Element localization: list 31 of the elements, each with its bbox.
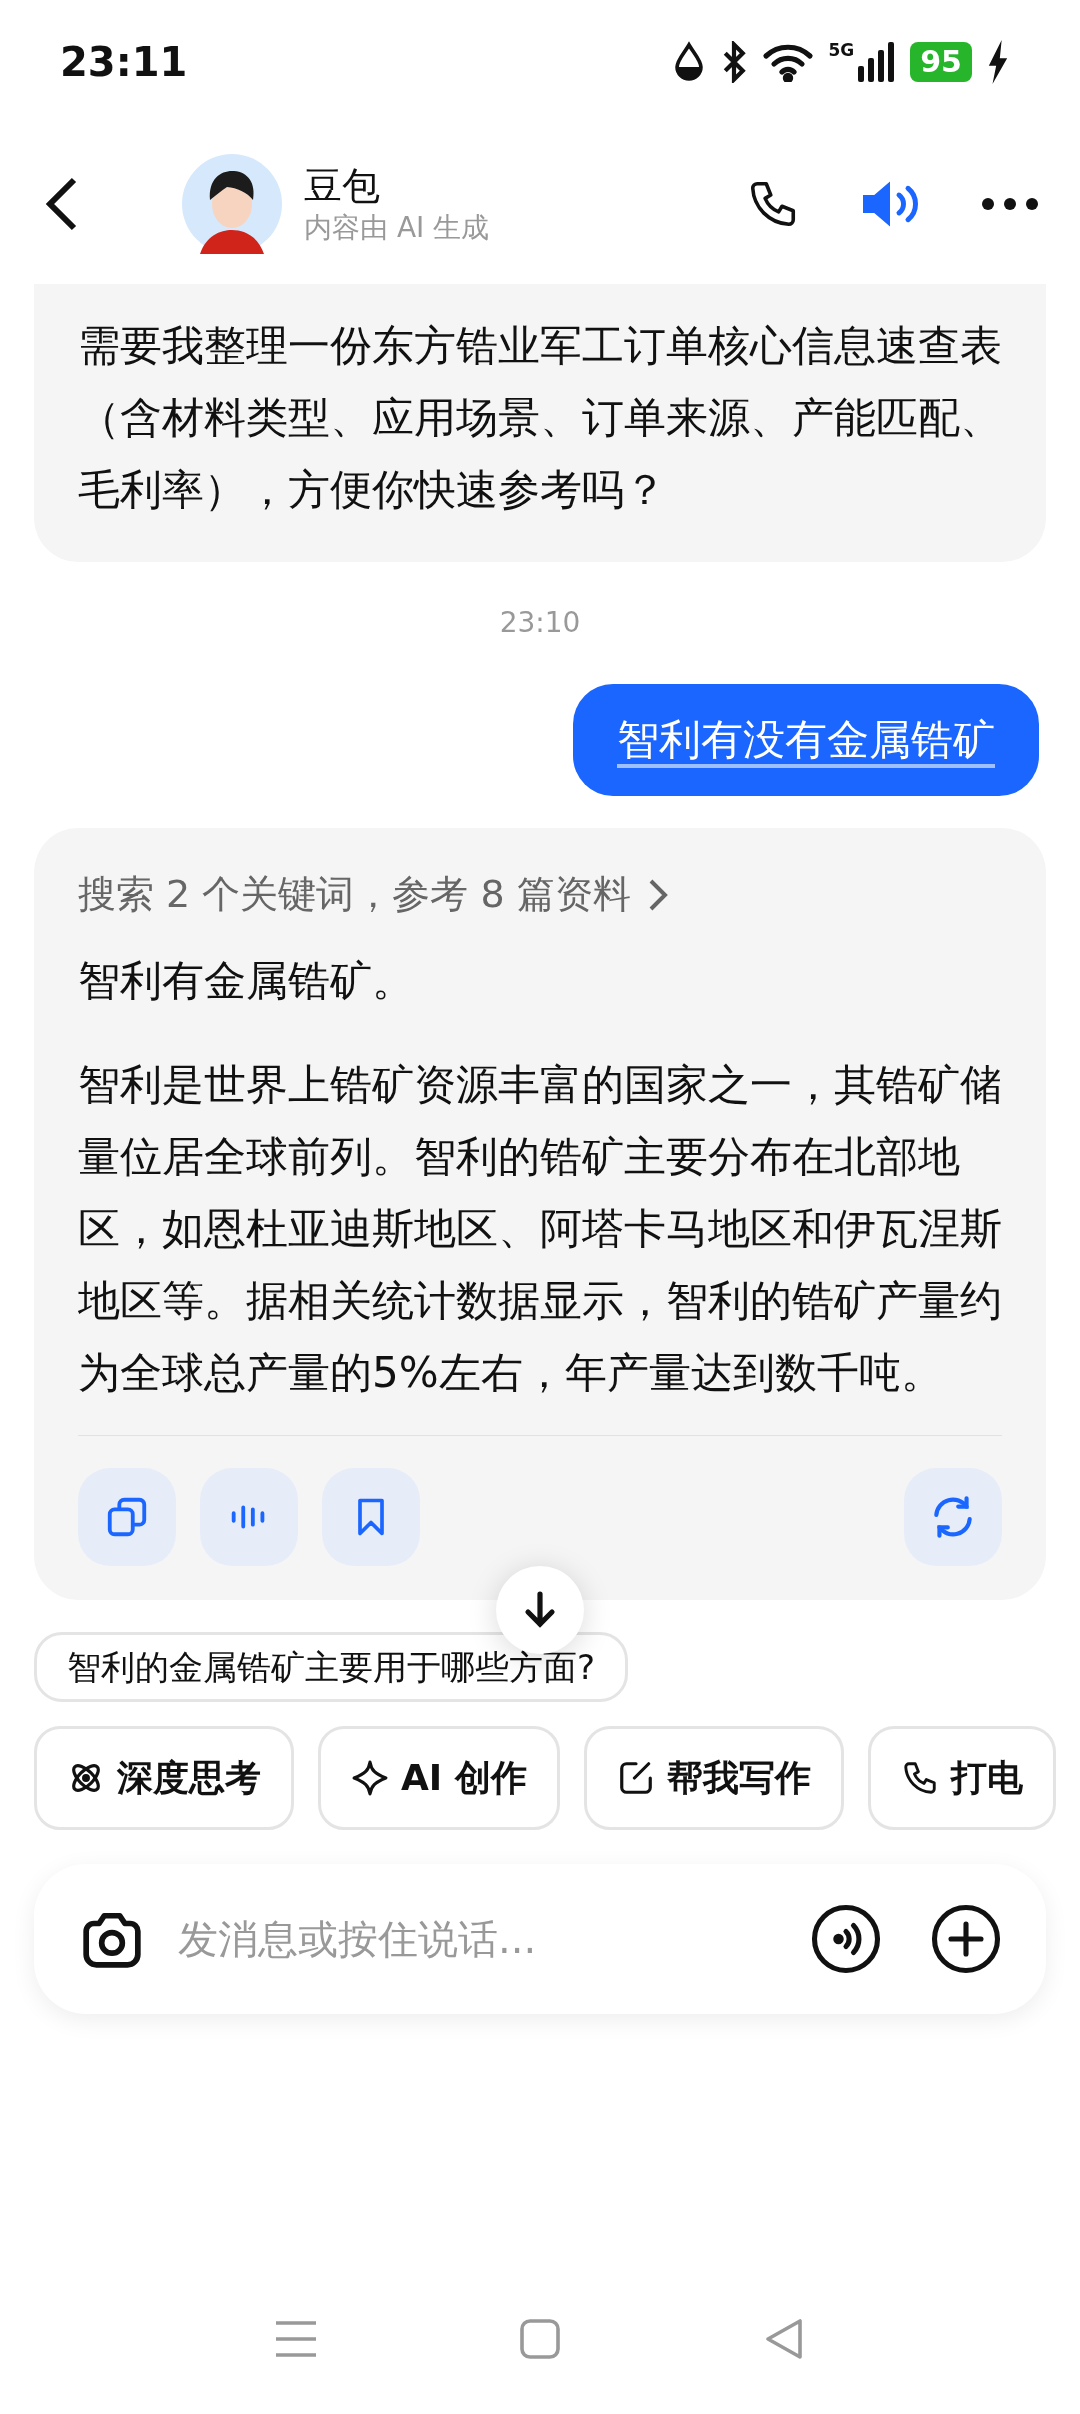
quick-action-chip[interactable]: 深度思考 [34,1726,294,1830]
clock-time: 23:11 [60,38,188,87]
suggested-question[interactable]: 智利的金属锆矿主要用于哪些方面? [34,1632,629,1702]
timestamp: 23:10 [499,605,581,641]
chat-subtitle: 内容由 AI 生成 [304,210,490,246]
answer-paragraph: 智利是世界上锆矿资源丰富的国家之一，其锆矿储量位居全球前列。智利的锆矿主要分布在北部地区，如恩杜亚迪斯地区、阿塔卡马地区和伊瓦涅斯地区等。据相关统计数据显示，智利的锆矿产量约为全球总产量的5%左右，年产量达到数千吨。 [78,1059,1002,1399]
home-icon[interactable] [518,2317,562,2361]
more-icon[interactable] [980,196,1040,212]
voice-call-icon[interactable] [810,1903,882,1975]
chat-title: 豆包 [304,163,381,210]
avatar[interactable] [182,154,282,254]
quick-action-chip[interactable]: 帮我写作 [583,1726,844,1830]
signal-icon [856,42,897,82]
charging-icon [986,40,1010,84]
sparkle-icon [351,1759,389,1797]
quick-action-chip[interactable]: AI 创作 [318,1726,560,1830]
message-input[interactable]: 发消息或按住说话... [178,1909,810,1969]
battery-level: 95 [910,42,972,82]
message-text: 需要我整理一份东方锆业军工订单核心信息速查表（含材料类型、应用场景、订单来源、产能匹配、毛利率），方便你快速参考吗？ [78,320,1002,516]
read-aloud-button[interactable] [200,1468,298,1566]
copy-button[interactable] [78,1468,176,1566]
quick-action-chip[interactable]: 打电 [867,1726,1056,1830]
network-label: 5G [828,42,855,59]
message-text: 智利有没有金属锆矿 [617,715,995,764]
answer-paragraph: 智利有金属锆矿。 [78,955,415,1007]
sources-link[interactable]: 搜索 2 个关键词，参考 8 篇资料 [78,866,1002,923]
wifi-icon [762,42,815,82]
add-icon[interactable] [930,1903,1002,1975]
arrow-down-icon [522,1590,558,1630]
bookmark-button[interactable] [322,1468,420,1566]
regenerate-button[interactable] [904,1468,1002,1566]
